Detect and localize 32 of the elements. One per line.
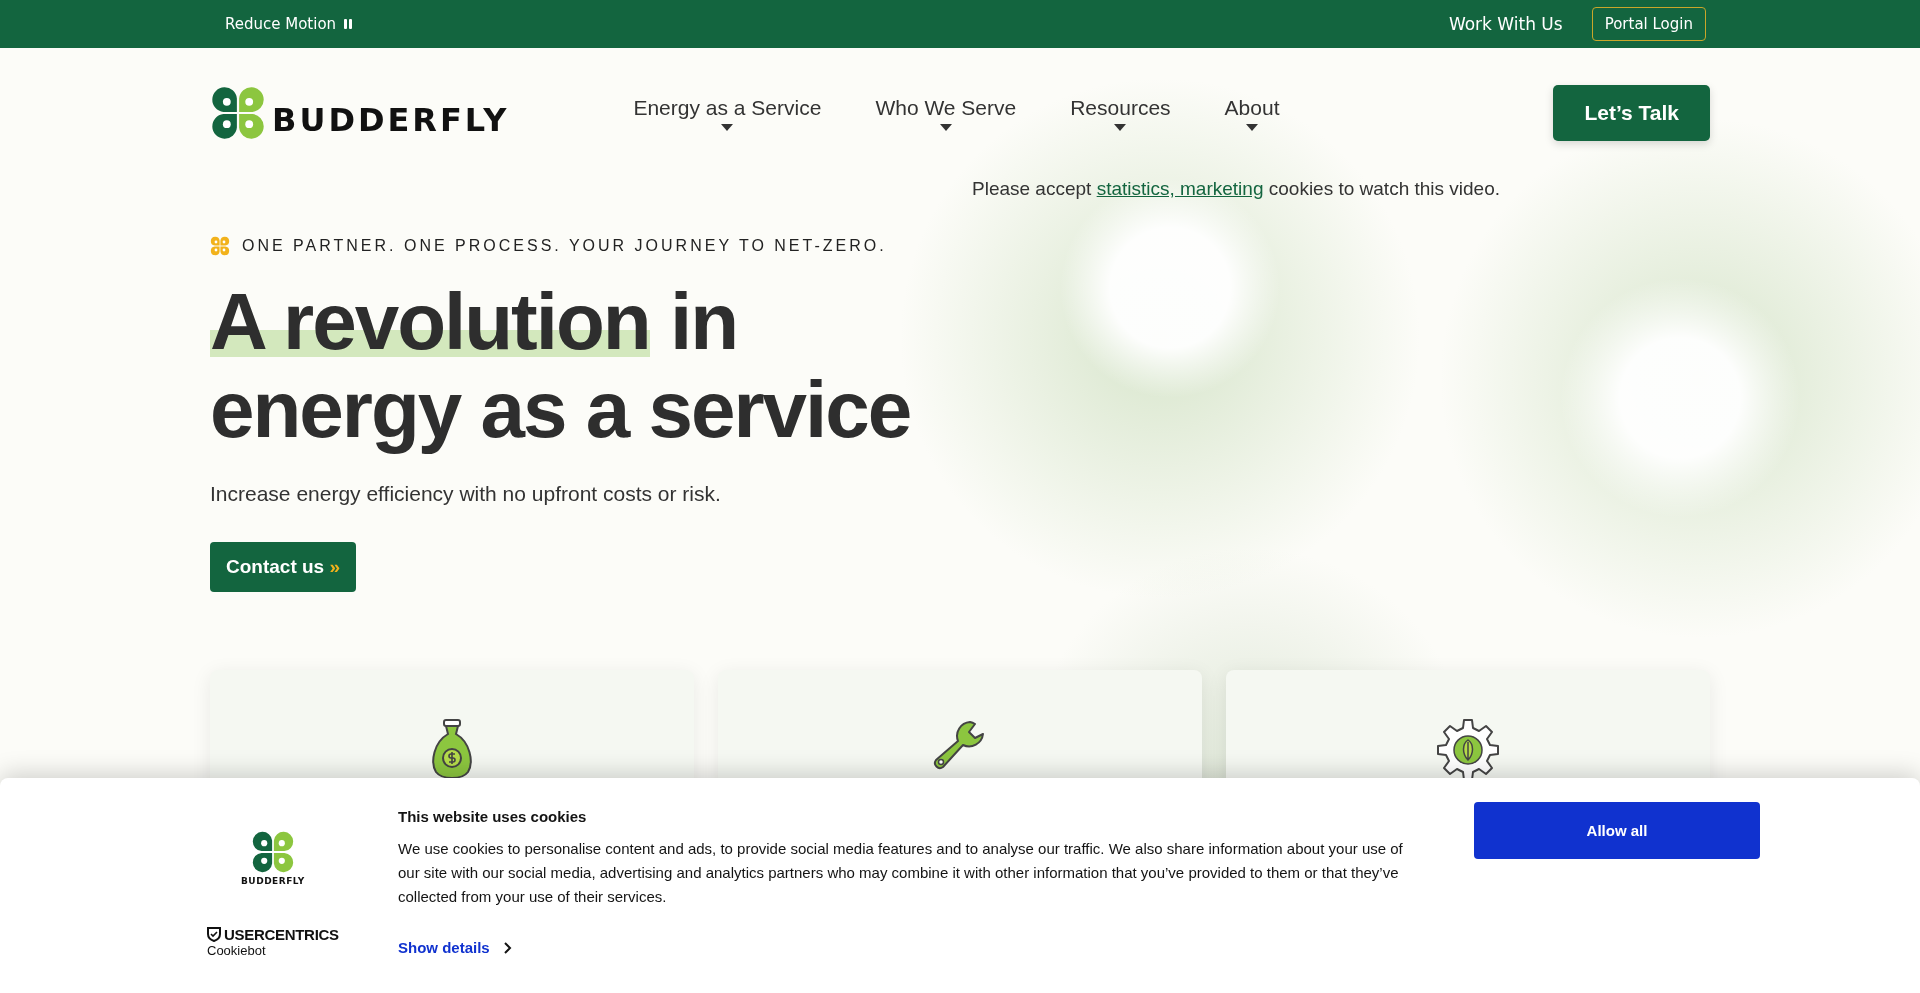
caret-icon (1246, 123, 1259, 131)
hero-subtitle: Increase energy efficiency with no upfront costs or risk. (210, 482, 722, 506)
logo-icon (210, 85, 266, 141)
caret-icon (939, 123, 952, 131)
shield-icon (207, 927, 221, 942)
hero-tagline: ONE PARTNER. ONE PROCESS. YOUR JOURNEY TO NET-ZERO. (242, 237, 887, 255)
caret-icon (1114, 123, 1127, 131)
cookiebot-label: Cookiebot (207, 943, 267, 958)
work-with-us-link[interactable]: Work With Us (1448, 14, 1563, 34)
logo-wordmark: BUDDERFLY (241, 876, 305, 886)
cookie-description: We use cookies to personalise content and ads, to provide social media features and to analyse our traffic. We also share information about your use of our site with our social media, advertising and analytics partners who may combine it with other information that you’ve provided to them or that they’ve collected from your use of their services. (398, 839, 1404, 907)
chevron-right-icon (503, 941, 512, 954)
nav-item[interactable]: About (1224, 95, 1280, 131)
cookie-settings-link[interactable]: statistics, marketing (1096, 178, 1264, 199)
nav-item[interactable]: Energy as a Service (633, 95, 822, 131)
logo-icon (250, 830, 295, 874)
cookie-title: This website uses cookies (398, 808, 588, 825)
allow-all-button[interactable]: Allow all (1474, 802, 1760, 859)
reduce-motion-button[interactable]: Reduce Motion (225, 15, 354, 33)
caret-icon (721, 123, 734, 131)
lets-talk-button[interactable]: Let’s Talk (1553, 85, 1710, 141)
logo-wordmark: BUDDERFLY (272, 101, 510, 139)
hero-headline: A revolution in energy as a service (210, 278, 912, 454)
video-cookie-notice: Please accept statistics, marketing cookies to watch this video. (972, 178, 1502, 200)
nav-item[interactable]: Who We Serve (875, 95, 1017, 131)
show-details-link[interactable]: Show details (398, 939, 512, 956)
nav-item[interactable]: Resources (1070, 95, 1171, 131)
pause-icon (344, 19, 354, 29)
contact-button[interactable]: Contact us » (210, 542, 357, 592)
usercentrics-wordmark: USERCENTRICS (224, 926, 339, 943)
portal-login-button[interactable]: Portal Login (1591, 7, 1706, 41)
clover-icon (210, 236, 230, 256)
